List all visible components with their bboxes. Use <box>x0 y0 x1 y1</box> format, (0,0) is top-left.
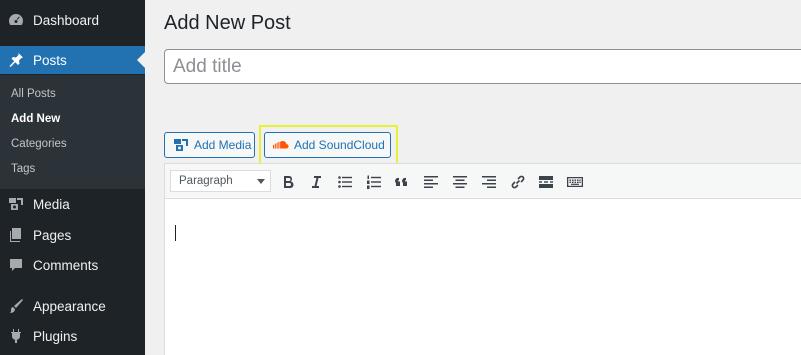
editor-content-area[interactable] <box>165 199 801 355</box>
posts-submenu: All Posts Add New Categories Tags <box>0 75 145 189</box>
submenu-all-posts[interactable]: All Posts <box>11 88 56 100</box>
read-more-icon[interactable] <box>536 172 556 192</box>
text-cursor <box>175 225 176 241</box>
submenu-categories[interactable]: Categories <box>11 138 67 150</box>
sidebar-item-label: Plugins <box>33 328 78 344</box>
add-soundcloud-button[interactable]: Add SoundCloud <box>264 132 391 158</box>
blockquote-icon[interactable] <box>392 172 412 192</box>
pages-icon <box>8 227 24 243</box>
submenu-add-new[interactable]: Add New <box>11 113 60 125</box>
link-icon[interactable] <box>508 172 528 192</box>
align-right-icon[interactable] <box>479 172 499 192</box>
sidebar-item-label: Pages <box>33 227 72 243</box>
italic-icon[interactable] <box>306 172 326 192</box>
media-icon <box>8 196 24 212</box>
plug-icon <box>8 328 24 344</box>
brush-icon <box>8 298 24 314</box>
dashboard-icon <box>8 12 24 28</box>
bold-icon[interactable] <box>278 172 298 192</box>
sidebar-item-media[interactable]: Media <box>0 189 145 219</box>
add-soundcloud-label: Add SoundCloud <box>294 138 385 152</box>
admin-sidebar: Dashboard Posts All Posts Add New Catego… <box>0 0 145 355</box>
pin-icon <box>8 52 24 68</box>
align-center-icon[interactable] <box>450 172 470 192</box>
numbered-list-icon[interactable] <box>364 172 384 192</box>
submenu-tags[interactable]: Tags <box>11 163 35 175</box>
post-title-input[interactable] <box>164 49 801 84</box>
sidebar-item-posts[interactable]: Posts <box>0 46 145 74</box>
sidebar-item-appearance[interactable]: Appearance <box>0 291 145 321</box>
sidebar-item-label: Dashboard <box>33 12 100 28</box>
comment-icon <box>8 257 24 273</box>
sidebar-item-comments[interactable]: Comments <box>0 250 145 280</box>
soundcloud-icon <box>273 137 289 153</box>
classic-editor: Paragraph <box>164 163 801 355</box>
sidebar-item-label: Posts <box>33 52 67 68</box>
media-icon <box>173 137 189 153</box>
sidebar-item-dashboard[interactable]: Dashboard <box>0 5 145 35</box>
sidebar-item-label: Media <box>33 196 70 212</box>
align-left-icon[interactable] <box>421 172 441 192</box>
bullet-list-icon[interactable] <box>335 172 355 192</box>
sidebar-item-label: Appearance <box>33 298 106 314</box>
sidebar-item-label: Comments <box>33 257 99 273</box>
add-media-label: Add Media <box>194 138 252 152</box>
sidebar-item-plugins[interactable]: Plugins <box>0 321 145 351</box>
format-select-value: Paragraph <box>179 175 233 187</box>
page-title: Add New Post <box>164 12 291 34</box>
chevron-down-icon <box>257 179 265 184</box>
format-select[interactable]: Paragraph <box>170 170 271 192</box>
sidebar-item-pages[interactable]: Pages <box>0 220 145 250</box>
editor-toolbar: Paragraph <box>165 164 801 199</box>
toolbar-toggle-icon[interactable] <box>565 172 585 192</box>
add-media-button[interactable]: Add Media <box>164 132 255 158</box>
